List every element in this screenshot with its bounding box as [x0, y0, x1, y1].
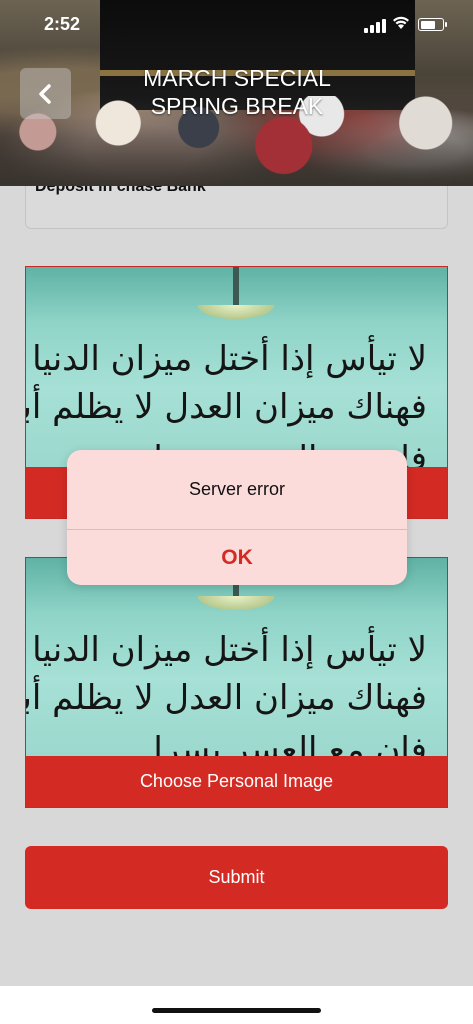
uploaded-image-2: لا تيأس إذا أختل ميزان الدنيا فهناك ميزا…: [26, 558, 447, 758]
deposit-field-value: Deposit in chase Bank: [35, 186, 206, 195]
alert-message: Server error: [188, 479, 286, 499]
status-bar: 2:52: [0, 0, 473, 52]
wifi-icon: [392, 16, 410, 35]
submit-button[interactable]: Submit: [25, 846, 448, 909]
alert-ok-button[interactable]: OK: [67, 530, 407, 585]
image-text-line: فهناك ميزان العدل لا يظلم أبداً: [26, 678, 427, 718]
image-text-line: فهناك ميزان العدل لا يظلم أبداً: [26, 387, 427, 427]
bottom-safe-area: [0, 986, 473, 1024]
lamp-shade: [198, 596, 274, 610]
image-text-line: لا تيأس إذا أختل ميزان الدنيا: [32, 630, 427, 670]
chevron-left-icon: [38, 83, 51, 104]
image-text-line: لا تيأس إذا أختل ميزان الدنيا: [32, 339, 427, 379]
page-title: MARCH SPECIAL SPRING BREAK: [143, 65, 331, 119]
uploaded-image-1: لا تيأس إذا أختل ميزان الدنيا فهناك ميزا…: [26, 267, 447, 467]
choose-personal-image-button[interactable]: Choose Personal Image: [26, 756, 447, 807]
image-text-line: فإن مع العسر يسرا: [153, 730, 427, 758]
home-indicator[interactable]: [152, 1008, 321, 1013]
server-error-alert: Server error OK: [67, 450, 407, 585]
back-button[interactable]: [20, 68, 71, 119]
cellular-signal-icon: [364, 19, 386, 33]
image-card-2[interactable]: لا تيأس إذا أختل ميزان الدنيا فهناك ميزا…: [25, 557, 448, 808]
deposit-field[interactable]: Deposit in chase Bank: [25, 186, 448, 229]
battery-icon: [418, 18, 447, 31]
status-time: 2:52: [44, 14, 81, 34]
lamp-stem: [233, 267, 239, 309]
lamp-shade: [198, 305, 274, 319]
